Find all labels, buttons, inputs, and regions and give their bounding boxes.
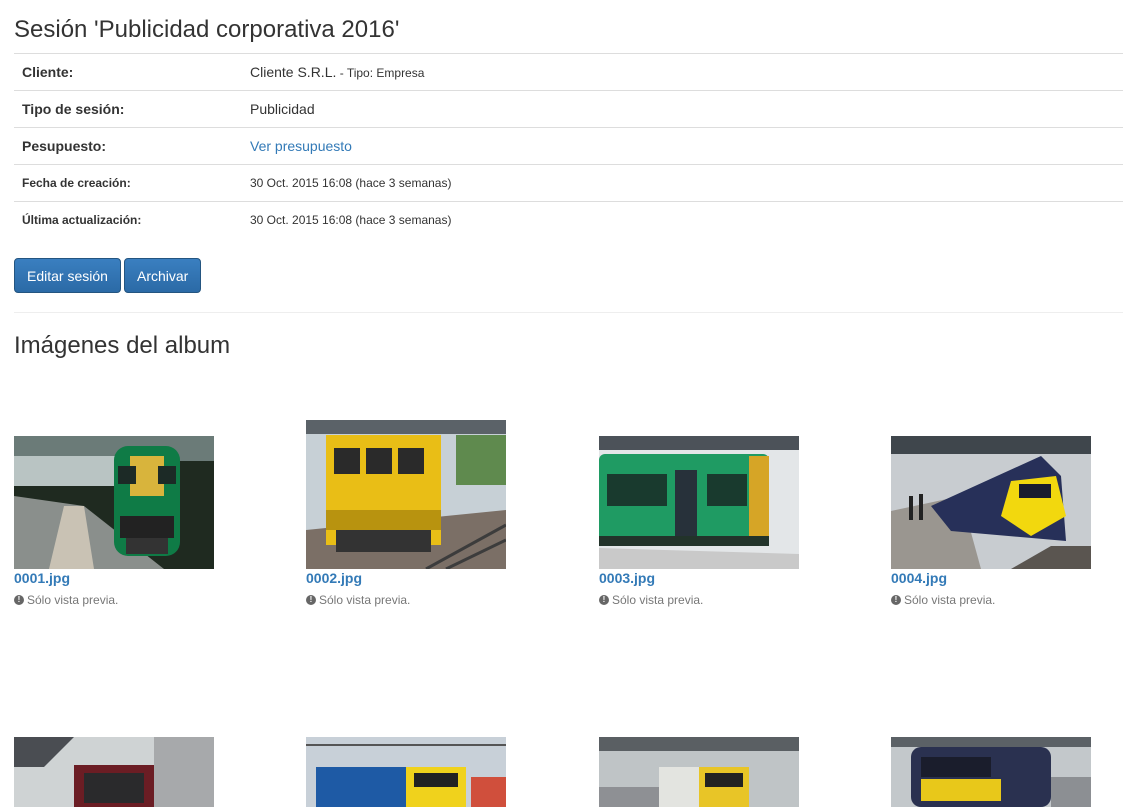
info-row-updated: Última actualización: 30 Oct. 2015 16:08… (14, 201, 1123, 238)
info-row-client: Cliente: Cliente S.R.L. - Tipo: Empresa (14, 53, 1123, 90)
session-type-value: Publicidad (250, 101, 315, 117)
preview-only-note: ! Sólo vista previa. (599, 593, 703, 607)
train-photo-6[interactable] (306, 737, 506, 807)
page-title: Sesión 'Publicidad corporativa 2016' (14, 16, 400, 43)
exclamation-circle-icon: ! (599, 595, 609, 605)
image-name-0002[interactable]: 0002.jpg (306, 570, 362, 586)
exclamation-circle-icon: ! (14, 595, 24, 605)
edit-session-button[interactable]: Editar sesión (14, 258, 121, 293)
image-name-0004[interactable]: 0004.jpg (891, 570, 947, 586)
client-value: Cliente S.R.L. - Tipo: Empresa (250, 64, 424, 80)
image-name-0003[interactable]: 0003.jpg (599, 570, 655, 586)
client-label: Cliente: (22, 64, 74, 80)
train-photo-7[interactable] (599, 737, 799, 807)
client-name: Cliente S.R.L. (250, 64, 337, 80)
exclamation-circle-icon: ! (306, 595, 316, 605)
exclamation-circle-icon: ! (891, 595, 901, 605)
preview-only-note: ! Sólo vista previa. (14, 593, 118, 607)
image-name-0001[interactable]: 0001.jpg (14, 570, 70, 586)
train-photo-1[interactable] (14, 436, 214, 569)
view-budget-link[interactable]: Ver presupuesto (250, 138, 352, 154)
updated-label: Última actualización: (22, 213, 142, 227)
info-row-created: Fecha de creación: 30 Oct. 2015 16:08 (h… (14, 164, 1123, 201)
train-photo-2[interactable] (306, 420, 506, 569)
budget-label: Pesupuesto: (22, 138, 107, 154)
train-photo-8[interactable] (891, 737, 1091, 807)
train-photo-4[interactable] (891, 436, 1091, 569)
preview-only-note: ! Sólo vista previa. (891, 593, 995, 607)
album-title: Imágenes del album (14, 332, 231, 359)
session-info-table: Cliente: Cliente S.R.L. - Tipo: Empresa … (14, 53, 1123, 238)
session-type-label: Tipo de sesión: (22, 101, 125, 117)
train-photo-3[interactable] (599, 436, 799, 569)
archive-button[interactable]: Archivar (124, 258, 202, 293)
info-row-session-type: Tipo de sesión: Publicidad (14, 90, 1123, 127)
created-value: 30 Oct. 2015 16:08 (hace 3 semanas) (250, 176, 452, 190)
info-row-budget: Pesupuesto: Ver presupuesto (14, 127, 1123, 164)
created-label: Fecha de creación: (22, 176, 131, 190)
train-photo-5[interactable] (14, 737, 214, 807)
updated-value: 30 Oct. 2015 16:08 (hace 3 semanas) (250, 213, 452, 227)
section-divider (14, 312, 1123, 313)
preview-only-note: ! Sólo vista previa. (306, 593, 410, 607)
client-type: - Tipo: Empresa (336, 66, 425, 80)
